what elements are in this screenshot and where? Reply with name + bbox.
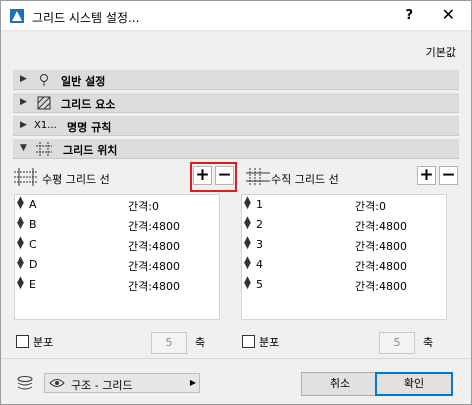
drag-handle-icon[interactable]: ▲ ▼ [244,216,251,231]
vertical-distribute-label: 분포 [259,336,280,349]
pin-icon [40,74,48,86]
section-label: 명명 규칙 [67,121,112,134]
list-item[interactable]: ▲ ▼ 2 간격:4800 [242,215,446,235]
list-item[interactable]: ▲ ▼ 3 간격:4800 [242,235,446,255]
grid-name: C [29,238,37,251]
drag-handle-icon[interactable]: ▲ ▼ [17,256,24,271]
help-button[interactable]: ? [405,8,413,23]
grid-name: 5 [256,278,263,291]
grid-spacing: 간격:4800 [355,280,407,293]
section-label: 그리드 요소 [61,98,116,111]
grid-spacing: 간격:0 [355,200,386,213]
highlight-box [190,162,237,192]
vertical-grid-label: 수직 그리드 선 [271,173,339,186]
grid-spacing: 간격:4800 [128,280,180,293]
section-grid-elements[interactable]: ▶ 그리드 요소 [13,93,459,113]
section-label: 일반 설정 [61,75,106,88]
drag-handle-icon[interactable]: ▲ ▼ [244,196,251,211]
drag-handle-icon[interactable]: ▲ ▼ [244,276,251,291]
grid-name: B [29,218,37,231]
horizontal-count-field[interactable]: 5 [151,332,187,354]
section-grid-position[interactable]: ▼ 그리드 위치 [13,139,459,159]
grid-spacing: 간격:4800 [128,220,180,233]
grid-name: 2 [256,218,263,231]
expand-arrow-icon[interactable]: ▶ [20,120,27,130]
grid-name: 3 [256,238,263,251]
dialog-title: 그리드 시스템 설정... [32,11,140,25]
app-icon [10,9,24,23]
vertical-count-field[interactable]: 5 [379,332,415,354]
horizontal-axis-label: 축 [195,336,206,349]
naming-icon: X1... [34,120,57,131]
drag-handle-icon[interactable]: ▲ ▼ [17,236,24,251]
horizontal-grid-label: 수평 그리드 선 [42,173,110,186]
vertical-grid-list: ▲ ▼ 1 간격:0 ▲ ▼ 2 간격:4800 ▲ ▼ 3 간격:4800 ▲ ▼ 4… [241,194,447,320]
expand-arrow-icon[interactable]: ▶ [20,97,27,107]
drag-handle-icon[interactable]: ▲ ▼ [17,276,24,291]
dialog-body: 기본값 ▶ 일반 설정 ▶ 그리드 요소 ▶ X1... 명명 규칙 ▼ 그리드… [2,32,470,404]
grid-spacing: 간격:4800 [128,260,180,273]
remove-vertical-button[interactable]: − [439,166,458,185]
list-item[interactable]: ▲ ▼ 1 간격:0 [242,195,446,215]
eye-icon [49,379,65,387]
horizontal-grid-icon [14,168,38,186]
grid-spacing: 간격:4800 [128,240,180,253]
drag-handle-icon[interactable]: ▲ ▼ [244,256,251,271]
drag-handle-icon[interactable]: ▲ ▼ [244,236,251,251]
vertical-grid-icon [246,168,270,186]
list-item[interactable]: ▲ ▼ D 간격:4800 [15,255,219,275]
grid-element-icon [37,96,51,110]
grid-name: A [29,198,37,211]
expand-arrow-icon[interactable]: ▶ [20,74,27,84]
add-vertical-button[interactable]: + [417,166,436,185]
grid-name: 4 [256,258,263,271]
list-item[interactable]: ▲ ▼ C 간격:4800 [15,235,219,255]
collapse-arrow-icon[interactable]: ▼ [20,143,27,153]
layer-label: 구조 - 그리드 [71,379,133,392]
grid-spacing: 간격:4800 [355,260,407,273]
layers-icon [17,376,33,390]
defaults-link[interactable]: 기본값 [426,44,456,60]
dropdown-arrow-icon: ▶ [189,378,196,387]
drag-handle-icon[interactable]: ▲ ▼ [17,216,24,231]
horizontal-distribute-checkbox[interactable] [16,335,29,348]
grid-spacing: 간격:4800 [355,240,407,253]
vertical-axis-label: 축 [423,336,434,349]
horizontal-distribute-label: 분포 [33,336,54,349]
grid-name: E [29,278,36,291]
grid-system-dialog: 그리드 시스템 설정... ? ✕ 기본값 ▶ 일반 설정 ▶ 그리드 요소 ▶… [0,0,472,405]
ok-button[interactable]: 확인 [375,372,453,396]
horizontal-grid-list: ▲ ▼ A 간격:0 ▲ ▼ B 간격:4800 ▲ ▼ C 간격:4800 ▲ ▼ D… [14,194,220,320]
grid-spacing: 간격:0 [128,200,159,213]
divider [2,358,470,359]
grid-position-icon [36,142,52,156]
vertical-distribute-checkbox[interactable] [242,335,255,348]
list-item[interactable]: ▲ ▼ E 간격:4800 [15,275,219,295]
grid-name: 1 [256,198,263,211]
section-label: 그리드 위치 [63,144,118,157]
layer-dropdown[interactable]: 구조 - 그리드 ▶ [44,373,200,393]
section-general-settings[interactable]: ▶ 일반 설정 [13,70,459,90]
grid-spacing: 간격:4800 [355,220,407,233]
close-button[interactable]: ✕ [442,5,455,24]
list-item[interactable]: ▲ ▼ B 간격:4800 [15,215,219,235]
section-naming-rules[interactable]: ▶ X1... 명명 규칙 [13,116,459,136]
title-bar: 그리드 시스템 설정... ? ✕ [1,1,471,31]
list-item[interactable]: ▲ ▼ 4 간격:4800 [242,255,446,275]
list-item[interactable]: ▲ ▼ 5 간격:4800 [242,275,446,295]
cancel-button[interactable]: 취소 [301,372,379,396]
drag-handle-icon[interactable]: ▲ ▼ [17,196,24,211]
list-item[interactable]: ▲ ▼ A 간격:0 [15,195,219,215]
grid-name: D [29,258,38,271]
